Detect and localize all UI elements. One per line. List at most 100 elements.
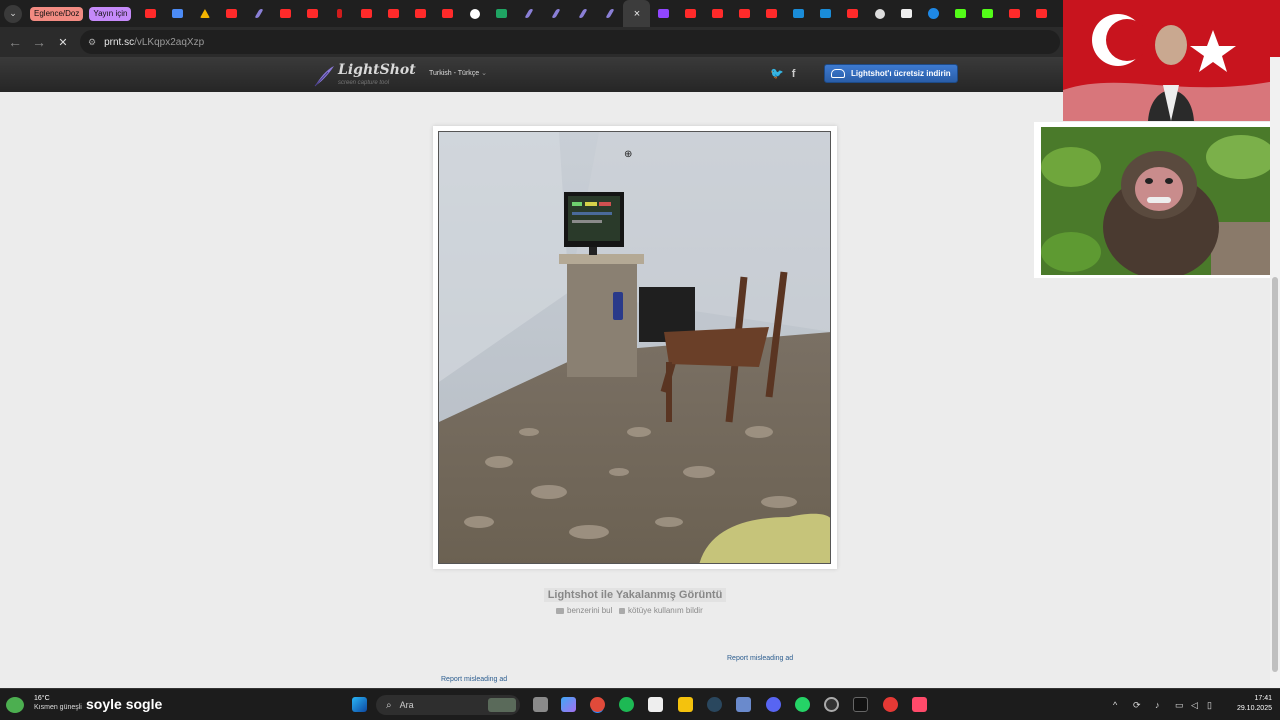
whatsapp-icon[interactable] xyxy=(795,697,810,712)
report-abuse-label: kötüye kullanım bildir xyxy=(628,606,703,615)
tab-google[interactable] xyxy=(461,0,488,27)
tab-youtube[interactable] xyxy=(758,0,785,27)
weather-widget[interactable]: 16°C Kısmen güneşli xyxy=(6,694,86,716)
tab-youtube[interactable] xyxy=(353,0,380,27)
app-pink-icon[interactable] xyxy=(912,697,927,712)
network-icon[interactable]: ▭ xyxy=(1175,700,1184,711)
taskbar-search[interactable]: ⌕ Ara xyxy=(376,695,520,715)
stream-overlay-text: soyle sogle xyxy=(86,696,163,712)
youtube-icon xyxy=(307,9,319,18)
youtube-icon xyxy=(766,9,778,18)
site-settings-icon[interactable]: ⚙ xyxy=(88,37,96,48)
close-icon[interactable]: × xyxy=(634,8,640,20)
search-icon: ⌕ xyxy=(386,699,392,711)
chrome-icon[interactable] xyxy=(590,697,605,712)
app-red-icon[interactable] xyxy=(883,697,898,712)
clock[interactable]: 17:41 29.10.2025 xyxy=(1228,694,1272,714)
report-ad-link-left[interactable]: Report misleading ad xyxy=(441,676,507,683)
steam-icon[interactable] xyxy=(707,697,722,712)
report-abuse-link[interactable]: kötüye kullanım bildir xyxy=(619,606,703,615)
tab-kick[interactable] xyxy=(974,0,1001,27)
tab-notion[interactable] xyxy=(893,0,920,27)
feather-icon xyxy=(254,9,264,18)
weather-temp: 16°C xyxy=(34,695,50,702)
language-selector[interactable]: Turkish - Türkçe ⌄ xyxy=(429,69,487,77)
tab-youtube[interactable] xyxy=(407,0,434,27)
feather-icon xyxy=(551,9,561,18)
find-similar-link[interactable]: benzerini bul xyxy=(556,606,612,615)
report-ad-link-right[interactable]: Report misleading ad xyxy=(727,655,793,662)
tab-feather[interactable] xyxy=(515,0,542,27)
tab-search-chevron-icon[interactable]: ⌄ xyxy=(4,4,22,23)
tray-chevron-up-icon[interactable]: ^ xyxy=(1113,700,1117,710)
screenshot-image[interactable]: ⊕ xyxy=(438,131,831,564)
tab-youtube[interactable] xyxy=(434,0,461,27)
screenshot-frame: ⊕ xyxy=(433,126,837,569)
youtube-icon xyxy=(847,9,859,18)
tab-active-lightshot[interactable]: × xyxy=(623,0,651,27)
tab-youtube[interactable] xyxy=(839,0,866,27)
notepad-icon[interactable] xyxy=(648,697,663,712)
discord-icon[interactable] xyxy=(766,697,781,712)
tab-group-eglence[interactable]: Eglence/Doz xyxy=(30,6,84,21)
monkey-image-overlay xyxy=(1034,122,1280,278)
docs-icon xyxy=(172,9,184,18)
tab-docs[interactable] xyxy=(164,0,191,27)
tab-drive[interactable] xyxy=(191,0,218,27)
tab-feather[interactable] xyxy=(245,0,272,27)
tab-go[interactable] xyxy=(920,0,947,27)
tab-gif[interactable] xyxy=(812,0,839,27)
tab-youtube[interactable] xyxy=(272,0,299,27)
tab-youtube[interactable] xyxy=(1001,0,1028,27)
back-arrow-icon[interactable]: ← xyxy=(3,34,27,50)
windows-start-icon[interactable] xyxy=(352,697,367,712)
address-bar[interactable]: ⚙ prnt.sc/vLKqpx2aqXzp xyxy=(80,30,1060,54)
tab-feather[interactable] xyxy=(542,0,569,27)
youtube-icon xyxy=(415,9,427,18)
terminal-icon[interactable] xyxy=(853,697,868,712)
tab-youtube[interactable] xyxy=(704,0,731,27)
tab-feather[interactable] xyxy=(596,0,623,27)
file-explorer-icon[interactable] xyxy=(678,697,693,712)
page-scrollbar[interactable] xyxy=(1270,57,1280,688)
task-view-icon[interactable] xyxy=(533,697,548,712)
caption-area: Lightshot ile Yakalanmış Görüntü xyxy=(0,585,1270,603)
monkey-image xyxy=(1041,127,1273,275)
microphone-icon[interactable]: ♪ xyxy=(1155,700,1160,710)
sync-icon[interactable]: ⟳ xyxy=(1133,700,1141,711)
tab-group-yayin[interactable]: Yayın için xyxy=(89,6,132,21)
facebook-icon[interactable]: f xyxy=(792,68,796,80)
stop-loading-icon[interactable]: ✕ xyxy=(51,36,75,49)
tab-openai[interactable] xyxy=(866,0,893,27)
tab-x[interactable] xyxy=(326,0,353,27)
caption-title: Lightshot ile Yakalanmış Görüntü xyxy=(543,588,727,602)
tab-gif[interactable] xyxy=(785,0,812,27)
tab-youtube[interactable] xyxy=(380,0,407,27)
zoom-cursor-icon: ⊕ xyxy=(624,149,633,160)
download-button[interactable]: Lightshot'ı ücretsiz indirin xyxy=(824,64,958,83)
forward-arrow-icon[interactable]: → xyxy=(27,34,51,50)
scrollbar-thumb[interactable] xyxy=(1272,277,1278,672)
tab-youtube[interactable] xyxy=(218,0,245,27)
gif-icon xyxy=(793,9,805,18)
tab-sheets[interactable] xyxy=(488,0,515,27)
copilot-icon[interactable] xyxy=(561,697,576,712)
tab-youtube[interactable] xyxy=(1028,0,1055,27)
tab-youtube[interactable] xyxy=(731,0,758,27)
tab-youtube[interactable] xyxy=(137,0,164,27)
battery-icon[interactable]: ▯ xyxy=(1207,700,1212,711)
tab-feather[interactable] xyxy=(569,0,596,27)
tab-youtube[interactable] xyxy=(677,0,704,27)
obs-icon[interactable] xyxy=(824,697,839,712)
tab-youtube[interactable] xyxy=(299,0,326,27)
tab-kick[interactable] xyxy=(947,0,974,27)
settings-app-icon[interactable] xyxy=(736,697,751,712)
volume-icon[interactable]: ◁ xyxy=(1191,700,1198,711)
spotify-icon[interactable] xyxy=(619,697,634,712)
tab-twitch[interactable] xyxy=(650,0,677,27)
weather-sun-icon xyxy=(6,697,24,713)
flag-portrait-overlay xyxy=(1063,0,1280,121)
image-icon xyxy=(556,607,564,614)
youtube-icon xyxy=(226,9,238,18)
twitter-icon[interactable]: 🐦 xyxy=(770,68,784,80)
